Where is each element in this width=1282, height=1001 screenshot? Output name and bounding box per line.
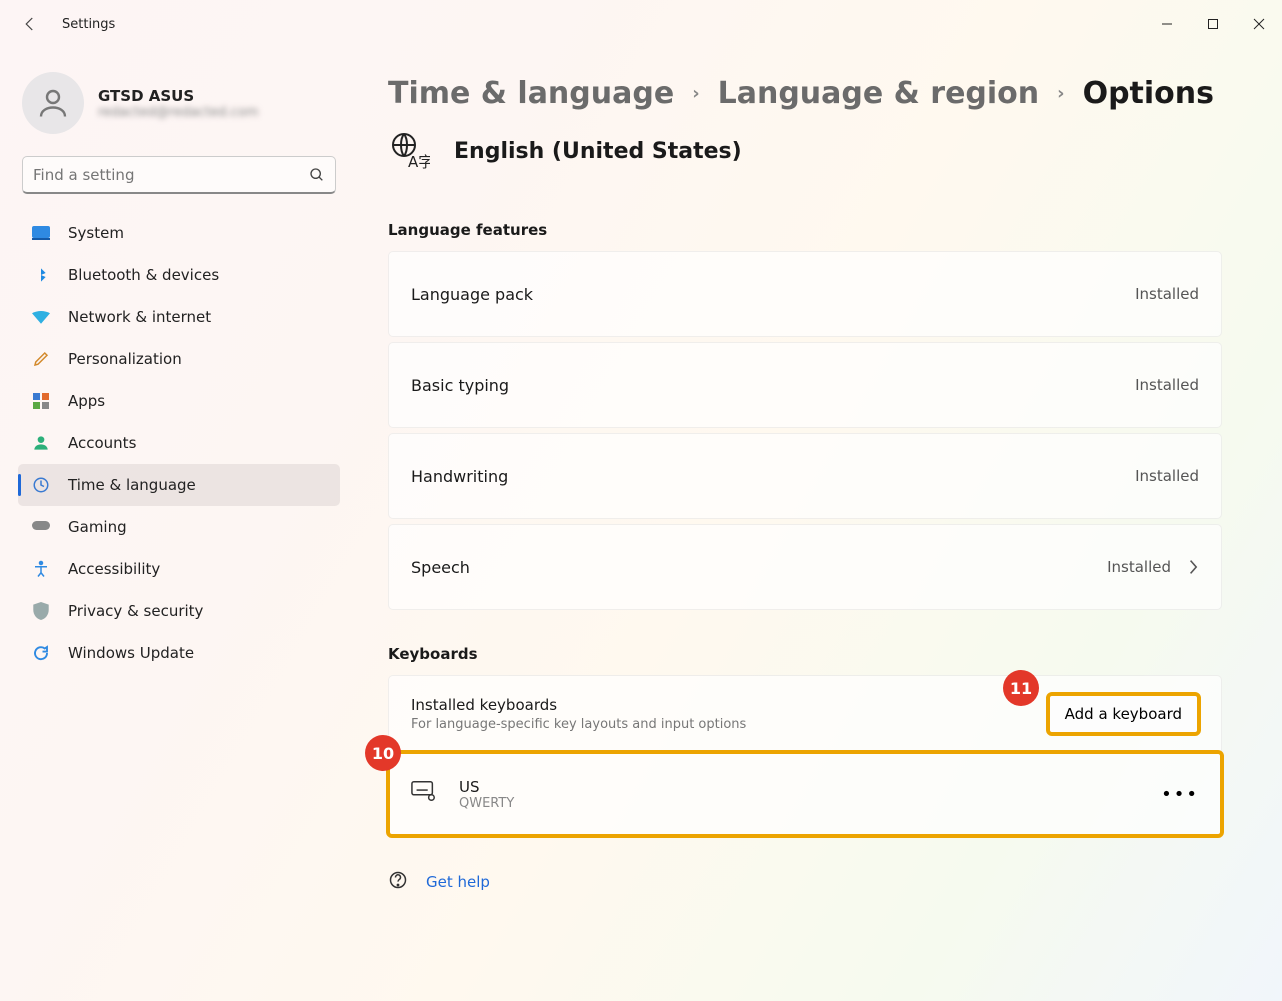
chevron-right-icon: › [1057, 83, 1064, 104]
search-box[interactable] [22, 156, 336, 194]
nav-label: Accounts [68, 434, 136, 452]
feature-label: Handwriting [411, 467, 508, 486]
nav-time-language[interactable]: Time & language [18, 464, 340, 506]
language-icon: A字 [388, 129, 432, 173]
installed-keyboards-subtitle: For language-specific key layouts and in… [411, 717, 746, 732]
apps-icon [32, 392, 50, 410]
arrow-left-icon [21, 15, 39, 33]
nav-list: System Bluetooth & devices Network & int… [18, 212, 340, 674]
nav-bluetooth[interactable]: Bluetooth & devices [18, 254, 340, 296]
maximize-button[interactable] [1190, 8, 1236, 40]
section-language-features: Language features [388, 221, 1222, 239]
nav-label: Bluetooth & devices [68, 266, 219, 284]
feature-status: Installed [1135, 285, 1199, 303]
keyboard-icon [411, 780, 439, 808]
keyboard-layout: QWERTY [459, 796, 514, 811]
breadcrumb-current: Options [1083, 76, 1214, 111]
brush-icon [32, 350, 50, 368]
back-button[interactable] [18, 12, 42, 36]
nav-personalization[interactable]: Personalization [18, 338, 340, 380]
globe-clock-icon [32, 476, 50, 494]
feature-handwriting[interactable]: Handwriting Installed [388, 433, 1222, 519]
breadcrumb: Time & language › Language & region › Op… [388, 76, 1222, 111]
feature-label: Basic typing [411, 376, 509, 395]
breadcrumb-time-language[interactable]: Time & language [388, 76, 674, 111]
get-help-link[interactable]: Get help [388, 870, 1222, 894]
language-header: A字 English (United States) [388, 129, 1222, 173]
help-icon [388, 870, 408, 894]
get-help-label: Get help [426, 873, 490, 891]
nav-label: Accessibility [68, 560, 160, 578]
annotation-callout-10: 10 [365, 735, 401, 771]
search-input[interactable] [33, 166, 309, 184]
bluetooth-icon [32, 266, 50, 284]
nav-gaming[interactable]: Gaming [18, 506, 340, 548]
keyboard-more-button[interactable]: ••• [1161, 784, 1199, 805]
chevron-right-icon: › [692, 83, 699, 104]
feature-status: Installed [1135, 376, 1199, 394]
search-icon [309, 167, 325, 183]
gamepad-icon [32, 518, 50, 536]
nav-label: Personalization [68, 350, 182, 368]
update-icon [32, 644, 50, 662]
nav-network[interactable]: Network & internet [18, 296, 340, 338]
feature-status: Installed [1135, 467, 1199, 485]
main-content: Time & language › Language & region › Op… [360, 48, 1282, 1001]
sidebar: GTSD ASUS redacted@redacted.com System B… [0, 48, 360, 1001]
installed-keyboards-title: Installed keyboards [411, 696, 746, 714]
breadcrumb-language-region[interactable]: Language & region [718, 76, 1040, 111]
accessibility-icon [32, 560, 50, 578]
keyboard-name: US [459, 778, 514, 796]
feature-status: Installed [1107, 558, 1171, 576]
shield-icon [32, 602, 50, 620]
nav-label: Apps [68, 392, 105, 410]
section-keyboards: Keyboards [388, 645, 1222, 663]
nav-label: Windows Update [68, 644, 194, 662]
window-controls [1144, 8, 1282, 40]
app-title: Settings [62, 17, 115, 32]
nav-windows-update[interactable]: Windows Update [18, 632, 340, 674]
nav-label: Privacy & security [68, 602, 203, 620]
close-button[interactable] [1236, 8, 1282, 40]
nav-label: Time & language [68, 476, 196, 494]
feature-label: Speech [411, 558, 470, 577]
keyboard-item[interactable]: US QWERTY ••• [388, 752, 1222, 836]
feature-label: Language pack [411, 285, 533, 304]
add-keyboard-button[interactable]: Add a keyboard [1048, 694, 1199, 734]
nav-label: Gaming [68, 518, 127, 536]
avatar [22, 72, 84, 134]
system-icon [32, 224, 50, 242]
language-name: English (United States) [454, 139, 742, 164]
user-email: redacted@redacted.com [98, 105, 258, 120]
wifi-icon [32, 308, 50, 326]
nav-privacy[interactable]: Privacy & security [18, 590, 340, 632]
nav-accessibility[interactable]: Accessibility [18, 548, 340, 590]
keyboards-header: Installed keyboards For language-specifi… [388, 675, 1222, 752]
minimize-button[interactable] [1144, 8, 1190, 40]
svg-text:A字: A字 [408, 153, 430, 171]
chevron-right-icon [1187, 559, 1199, 575]
annotation-callout-11: 11 [1003, 670, 1039, 706]
feature-language-pack[interactable]: Language pack Installed [388, 251, 1222, 337]
nav-apps[interactable]: Apps [18, 380, 340, 422]
nav-system[interactable]: System [18, 212, 340, 254]
person-icon [35, 85, 71, 121]
feature-basic-typing[interactable]: Basic typing Installed [388, 342, 1222, 428]
account-icon [32, 434, 50, 452]
nav-label: Network & internet [68, 308, 211, 326]
user-name: GTSD ASUS [98, 87, 258, 105]
nav-label: System [68, 224, 124, 242]
feature-speech[interactable]: Speech Installed [388, 524, 1222, 610]
titlebar: Settings [0, 0, 1282, 48]
user-profile[interactable]: GTSD ASUS redacted@redacted.com [18, 68, 340, 152]
nav-accounts[interactable]: Accounts [18, 422, 340, 464]
